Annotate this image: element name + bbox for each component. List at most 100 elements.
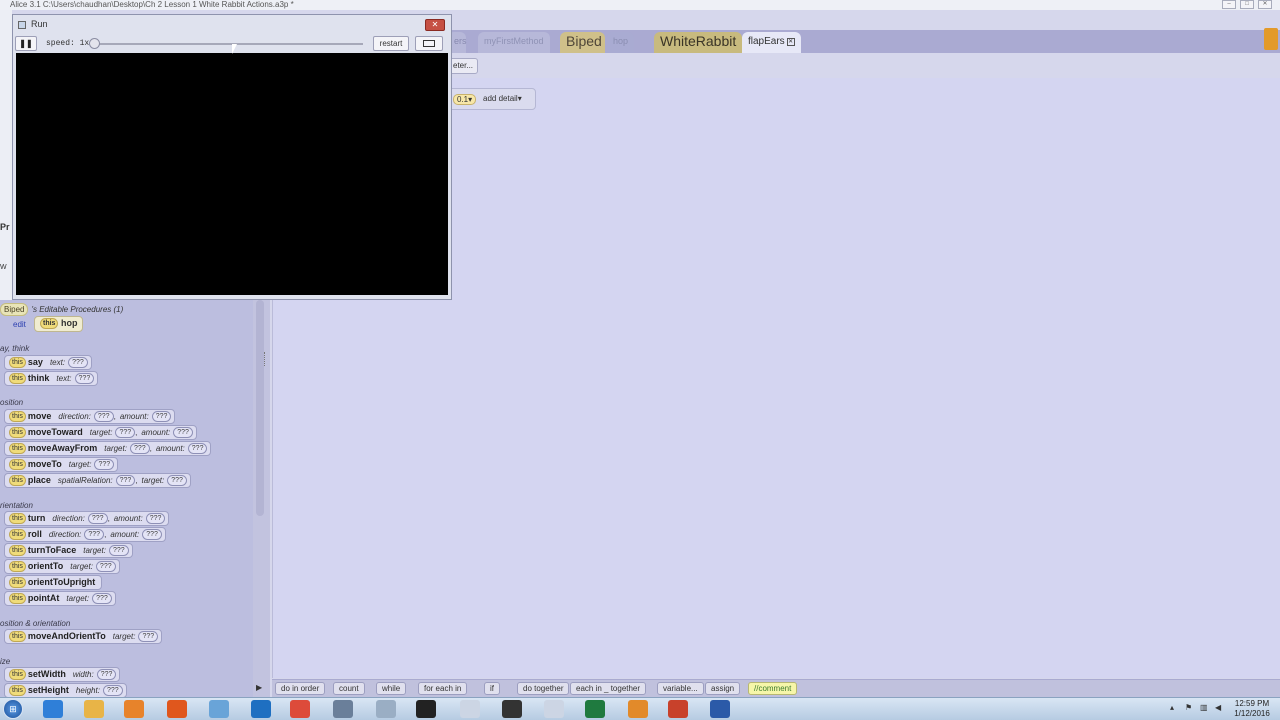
- param-value-chip[interactable]: ???: [95, 561, 116, 572]
- param-value-chip[interactable]: ???: [129, 443, 150, 454]
- ctrl-variable[interactable]: variable...: [657, 682, 704, 695]
- procedure-block-think[interactable]: this think text:???: [4, 371, 99, 386]
- excel-icon[interactable]: [585, 700, 605, 718]
- chrome-icon[interactable]: [290, 700, 310, 718]
- procedure-block-moveawayfrom[interactable]: this moveAwayFrom target:???, amount:???: [4, 441, 212, 456]
- scene-canvas[interactable]: [16, 53, 448, 295]
- procedure-block-moveandorientto[interactable]: this moveAndOrientTo target:???: [4, 629, 163, 644]
- procedure-block-movetoward[interactable]: this moveToward target:???, amount:???: [4, 425, 197, 440]
- param-value-chip[interactable]: ???: [167, 475, 187, 486]
- procedure-block-turn[interactable]: this turn direction:???, amount:???: [4, 511, 170, 526]
- param-value-chip[interactable]: ???: [93, 411, 114, 422]
- close-icon[interactable]: ✕: [786, 38, 795, 46]
- palette-scrollbar[interactable]: [256, 300, 264, 516]
- procedure-name: say: [27, 357, 43, 367]
- param-value-chip[interactable]: ???: [138, 631, 159, 642]
- minimize-button[interactable]: –: [1222, 0, 1236, 9]
- clock[interactable]: 12:59 PM 1/12/2016: [1232, 699, 1272, 719]
- alice-icon[interactable]: [628, 700, 648, 718]
- this-chip: this: [9, 513, 26, 524]
- outlook-icon[interactable]: [251, 700, 271, 718]
- ctrl-if[interactable]: if: [484, 682, 500, 695]
- param-value-chip[interactable]: ???: [68, 357, 88, 368]
- procedure-block-moveto[interactable]: this moveTo target:???: [4, 457, 119, 472]
- java-icon[interactable]: [460, 700, 480, 718]
- param-value-chip[interactable]: ???: [102, 685, 123, 696]
- powerpoint-icon[interactable]: [668, 700, 688, 718]
- speed-slider-track[interactable]: [91, 43, 363, 45]
- pause-button[interactable]: ❚❚: [15, 36, 37, 51]
- tray-flag-icon[interactable]: ⚑: [1185, 703, 1194, 713]
- add-detail-button[interactable]: add detail▾: [483, 94, 522, 103]
- param-value-chip[interactable]: ???: [187, 443, 208, 454]
- collapse-arrow-icon[interactable]: ▶: [256, 683, 262, 692]
- procedure-block-move[interactable]: this move direction:???, amount:???: [4, 409, 176, 424]
- close-button[interactable]: ✕: [1258, 0, 1272, 9]
- param-value-chip[interactable]: ???: [92, 593, 112, 604]
- procedure-block-setwidth[interactable]: this setWidth width:???: [4, 667, 121, 682]
- java2-icon[interactable]: [544, 700, 564, 718]
- procedure-block-place[interactable]: this place spatialRelation:???, target:???: [4, 473, 191, 488]
- param-value-chip[interactable]: ???: [151, 411, 172, 422]
- procedure-block-say[interactable]: this say text:???: [4, 355, 92, 370]
- maximize-button[interactable]: □: [1240, 0, 1254, 9]
- procedure-block-turntoface[interactable]: this turnToFace target:???: [4, 543, 133, 558]
- procedure-block-setheight[interactable]: this setHeight height:???: [4, 683, 127, 697]
- splitter-grip[interactable]: [264, 352, 267, 366]
- word-icon[interactable]: [710, 700, 730, 718]
- ctrl-each-in-together[interactable]: each in _ together: [570, 682, 647, 695]
- tab-biped[interactable]: Biped: [560, 32, 605, 53]
- param-value-chip[interactable]: ???: [142, 529, 162, 540]
- firefox-icon[interactable]: [167, 700, 187, 718]
- procedure-block-roll[interactable]: this roll direction:???, amount:???: [4, 527, 166, 542]
- tab-whiterabbit[interactable]: WhiteRabbit: [654, 32, 743, 53]
- run-titlebar[interactable]: Run ✕: [13, 15, 451, 35]
- param-value-chip[interactable]: ???: [173, 427, 193, 438]
- param-value-chip[interactable]: ???: [108, 545, 129, 556]
- ctrl-while[interactable]: while: [376, 682, 407, 695]
- explorer-icon[interactable]: [84, 700, 104, 718]
- restart-button[interactable]: restart: [373, 36, 409, 51]
- class-chip[interactable]: Biped: [0, 303, 29, 316]
- param-value-chip[interactable]: ???: [84, 529, 105, 540]
- tray-volume-icon[interactable]: ◀: [1215, 703, 1224, 713]
- duration-value-chip[interactable]: 0.1▾: [453, 94, 477, 105]
- tray-network-icon[interactable]: ▥: [1200, 703, 1209, 713]
- tray-arrow-icon[interactable]: ▴: [1170, 703, 1179, 713]
- edit-link[interactable]: edit: [13, 320, 26, 329]
- network-icon[interactable]: [333, 700, 353, 718]
- ctrl-assign[interactable]: assign: [705, 682, 741, 695]
- speed-slider-knob[interactable]: [89, 38, 100, 49]
- hop-procedure-block[interactable]: this hop: [34, 316, 84, 332]
- ctrl-do-in-order[interactable]: do in order: [275, 682, 326, 695]
- ctrl-for-each-in[interactable]: for each in: [418, 682, 468, 695]
- procedure-block-orientto[interactable]: this orientTo target:???: [4, 559, 120, 574]
- ctrl-do-together[interactable]: do together: [517, 682, 570, 695]
- obs-icon[interactable]: [502, 700, 522, 718]
- param-value-chip[interactable]: ???: [145, 513, 166, 524]
- capture-button[interactable]: [415, 36, 443, 51]
- start-button[interactable]: ⊞: [3, 699, 23, 719]
- param-value-chip[interactable]: ???: [87, 513, 108, 524]
- paint-icon[interactable]: [209, 700, 229, 718]
- tab-hop[interactable]: hop: [607, 32, 635, 53]
- tab-myfirstmethod[interactable]: myFirstMethod: [478, 32, 550, 53]
- procedure-block-pointat[interactable]: this pointAt target:???: [4, 591, 116, 606]
- param-value-chip[interactable]: ???: [115, 475, 136, 486]
- media-player-icon[interactable]: [124, 700, 144, 718]
- settings-icon[interactable]: [376, 700, 396, 718]
- statement-row[interactable]: 0.1▾ add detail▾: [440, 88, 536, 110]
- cmd-icon[interactable]: [416, 700, 436, 718]
- gallery-icon[interactable]: [1264, 28, 1278, 50]
- ie-icon[interactable]: [43, 700, 63, 718]
- procedure-block-orienttoupright[interactable]: this orientToUpright: [4, 575, 103, 590]
- param-value-chip[interactable]: ???: [96, 669, 117, 680]
- param-value-chip[interactable]: ???: [94, 459, 115, 470]
- param-value-chip[interactable]: ???: [74, 373, 95, 384]
- ctrl-comment[interactable]: //comment: [748, 682, 798, 695]
- tab-flapears[interactable]: flapEars ✕: [742, 32, 801, 53]
- ctrl-count[interactable]: count: [333, 682, 365, 695]
- param-value-chip[interactable]: ???: [115, 427, 136, 438]
- left-fragment-text-2: W: [0, 264, 7, 271]
- run-close-button[interactable]: ✕: [425, 19, 445, 31]
